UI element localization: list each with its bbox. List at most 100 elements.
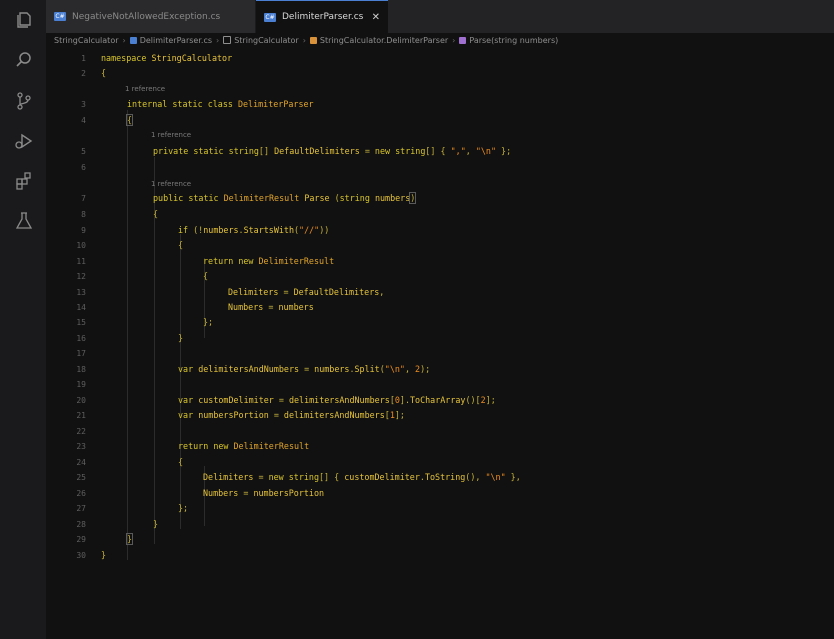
line-number: 29 bbox=[76, 535, 86, 544]
code-line: } bbox=[125, 532, 134, 547]
code-lens-references[interactable]: 1 reference bbox=[151, 179, 191, 190]
namespace-icon bbox=[223, 36, 232, 44]
code-token: string bbox=[288, 472, 320, 482]
code-token: "\n" bbox=[384, 364, 405, 374]
code-editor[interactable]: 1 2 3 4 5 6 7 8 9 10 11 12 13 14 15 16 17 18 19 20 21 22 23 24 2… bbox=[46, 48, 834, 639]
line-number: 4 bbox=[81, 116, 86, 125]
close-icon[interactable]: ✕ bbox=[372, 12, 380, 23]
line-number: 25 bbox=[76, 473, 86, 482]
code-line: Delimiters = DefaultDelimiters, bbox=[228, 285, 384, 300]
code-line: }; bbox=[203, 315, 213, 330]
code-token: var bbox=[178, 364, 194, 374]
code-line: }; bbox=[178, 501, 188, 516]
code-line: } bbox=[178, 331, 183, 346]
line-number: 6 bbox=[81, 163, 86, 172]
run-debug-icon[interactable] bbox=[14, 131, 34, 151]
line-number: 26 bbox=[76, 489, 86, 498]
line-number: 2 bbox=[81, 69, 86, 78]
code-token: } bbox=[153, 519, 159, 529]
editor-tab-bar: C# NegativeNotAllowedException.cs C# Del… bbox=[46, 0, 834, 33]
breadcrumb-item[interactable]: DelimiterParser.cs bbox=[140, 36, 212, 45]
source-control-icon[interactable] bbox=[14, 91, 34, 111]
code-token: Delimiters bbox=[228, 287, 279, 297]
code-token: var bbox=[178, 410, 194, 420]
code-token: = bbox=[238, 488, 254, 498]
code-token: { bbox=[125, 114, 134, 126]
code-token: StringCalculator bbox=[151, 53, 233, 63]
tab-delimiter-parser[interactable]: C# DelimiterParser.cs ✕ bbox=[256, 0, 388, 33]
breadcrumb: StringCalculator › DelimiterParser.cs › … bbox=[54, 33, 558, 47]
code-line: { bbox=[101, 66, 106, 81]
code-token: internal bbox=[127, 99, 168, 109]
breadcrumb-item[interactable]: StringCalculator.DelimiterParser bbox=[320, 36, 448, 45]
line-number: 24 bbox=[76, 458, 86, 467]
code-token: ]; bbox=[394, 410, 405, 420]
code-token: Numbers bbox=[203, 488, 239, 498]
code-line: return new DelimiterResult bbox=[178, 439, 309, 454]
code-line: private static string[] DefaultDelimiter… bbox=[153, 144, 511, 159]
code-token: numbers bbox=[374, 193, 411, 203]
chevron-right-icon: › bbox=[122, 35, 126, 45]
class-icon bbox=[309, 36, 317, 44]
code-token: namespace bbox=[101, 53, 147, 63]
code-token: ]; bbox=[485, 395, 496, 405]
activity-bar bbox=[0, 0, 46, 639]
code-line: } bbox=[101, 548, 106, 563]
code-token: { bbox=[435, 146, 451, 156]
code-token: , bbox=[465, 146, 476, 156]
code-lens-references[interactable]: 1 reference bbox=[125, 84, 165, 95]
search-icon[interactable] bbox=[14, 50, 34, 70]
code-token: , bbox=[379, 287, 385, 297]
code-token: if bbox=[178, 225, 189, 235]
code-token: } bbox=[101, 550, 107, 560]
code-lens-references[interactable]: 1 reference bbox=[151, 130, 191, 141]
extensions-icon[interactable] bbox=[14, 171, 34, 191]
code-line: { bbox=[178, 238, 183, 253]
code-line: { bbox=[125, 113, 134, 128]
code-token: } bbox=[178, 333, 184, 343]
line-number: 30 bbox=[76, 551, 86, 560]
code-token: = bbox=[268, 410, 284, 420]
line-number: 8 bbox=[81, 210, 86, 219]
csharp-file-icon: C# bbox=[264, 12, 276, 22]
chevron-right-icon: › bbox=[302, 35, 306, 45]
code-token: (! bbox=[188, 225, 204, 235]
breadcrumb-item[interactable]: StringCalculator bbox=[54, 36, 119, 45]
line-number: 17 bbox=[76, 349, 86, 358]
code-token: public bbox=[153, 193, 184, 203]
code-line: internal static class DelimiterParser bbox=[127, 97, 314, 112]
breadcrumb-item[interactable]: Parse(string numbers) bbox=[469, 36, 558, 45]
code-token: (), bbox=[465, 472, 486, 482]
code-token: string bbox=[228, 146, 259, 156]
code-token: { bbox=[329, 472, 345, 482]
code-token: Parse bbox=[304, 193, 330, 203]
code-line: { bbox=[178, 455, 183, 470]
line-number: 22 bbox=[76, 427, 86, 436]
tab-negative-not-allowed-exception[interactable]: C# NegativeNotAllowedException.cs bbox=[46, 0, 256, 33]
line-number: 14 bbox=[76, 303, 86, 312]
code-line: { bbox=[203, 269, 208, 284]
code-token: } bbox=[125, 533, 134, 545]
code-token: , bbox=[404, 364, 416, 374]
csharp-file-icon bbox=[129, 36, 137, 44]
code-token: new bbox=[374, 146, 391, 156]
code-token: string bbox=[339, 193, 370, 203]
code-token: [] bbox=[258, 146, 270, 156]
code-token: static bbox=[172, 99, 203, 109]
line-number: 19 bbox=[76, 380, 86, 389]
code-token: Delimiters bbox=[203, 472, 254, 482]
code-token: static bbox=[193, 146, 224, 156]
code-token: "//" bbox=[299, 225, 320, 235]
code-line: Numbers = numbers bbox=[228, 300, 314, 315]
code-token: new bbox=[213, 441, 229, 451]
code-token: = bbox=[253, 472, 269, 482]
breadcrumb-item[interactable]: StringCalculator bbox=[234, 36, 299, 45]
testing-icon[interactable] bbox=[14, 211, 34, 231]
code-token: delimitersAndNumbers bbox=[198, 364, 300, 374]
code-token: class bbox=[207, 99, 233, 109]
code-token: static bbox=[188, 193, 219, 203]
explorer-icon[interactable] bbox=[14, 10, 34, 30]
code-line: public static DelimiterResult Parse (str… bbox=[153, 191, 417, 206]
code-token: = bbox=[273, 395, 289, 405]
code-token: = bbox=[299, 364, 315, 374]
